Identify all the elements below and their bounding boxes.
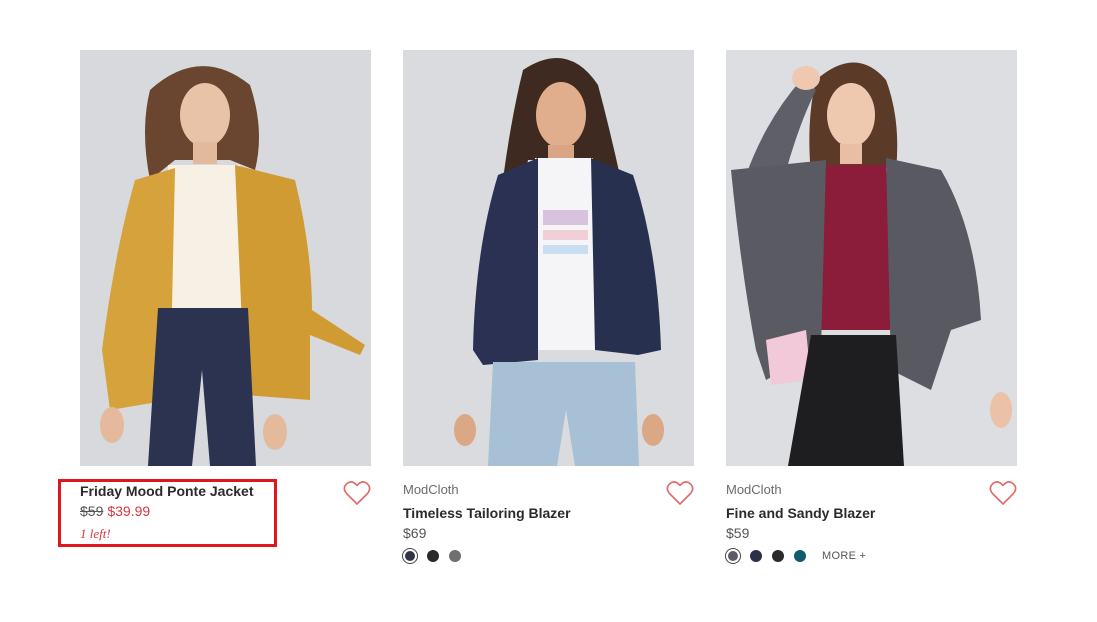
product-name[interactable]: Fine and Sandy Blazer: [726, 504, 1017, 522]
product-brand: ModCloth: [726, 482, 782, 497]
product-price: $59: [726, 525, 750, 541]
heart-outline-icon[interactable]: [989, 480, 1017, 506]
product-info: ModCloth Fine and Sandy Blazer $59 MORE …: [726, 480, 1017, 563]
product-image-navy-blazer[interactable]: [403, 50, 694, 466]
mustard-jacket-photo: [80, 50, 371, 466]
color-swatch-black[interactable]: [427, 550, 439, 562]
color-swatch-gray[interactable]: [449, 550, 461, 562]
product-brand: ModCloth: [403, 482, 459, 497]
product-info: ModCloth Timeless Tailoring Blazer $69: [403, 480, 694, 563]
highlight-box: [58, 479, 277, 547]
navy-blazer-photo: [403, 50, 694, 466]
more-colors-link[interactable]: MORE +: [822, 550, 866, 562]
color-swatch-charcoal[interactable]: [726, 549, 740, 563]
color-swatch-navy[interactable]: [403, 549, 417, 563]
product-grid: Friday Mood Ponte Jacket $59 $39.99 1 lef…: [0, 0, 1097, 622]
heart-outline-icon[interactable]: [343, 480, 371, 506]
product-name[interactable]: Timeless Tailoring Blazer: [403, 504, 694, 522]
product-card-fine-and-sandy[interactable]: ModCloth Fine and Sandy Blazer $59 MORE …: [726, 50, 1017, 563]
color-swatches: MORE +: [726, 549, 1017, 563]
product-image-mustard-jacket[interactable]: [80, 50, 371, 466]
color-swatches: [403, 549, 694, 563]
product-card-timeless-tailoring[interactable]: ModCloth Timeless Tailoring Blazer $69: [403, 50, 694, 563]
color-swatch-teal[interactable]: [794, 550, 806, 562]
color-swatch-navy[interactable]: [750, 550, 762, 562]
heart-outline-icon[interactable]: [666, 480, 694, 506]
product-image-gray-blazer[interactable]: [726, 50, 1017, 466]
product-price: $69: [403, 525, 427, 541]
color-swatch-black[interactable]: [772, 550, 784, 562]
product-card-friday-mood[interactable]: Friday Mood Ponte Jacket $59 $39.99 1 lef…: [80, 50, 371, 542]
gray-blazer-photo: [726, 50, 1017, 466]
